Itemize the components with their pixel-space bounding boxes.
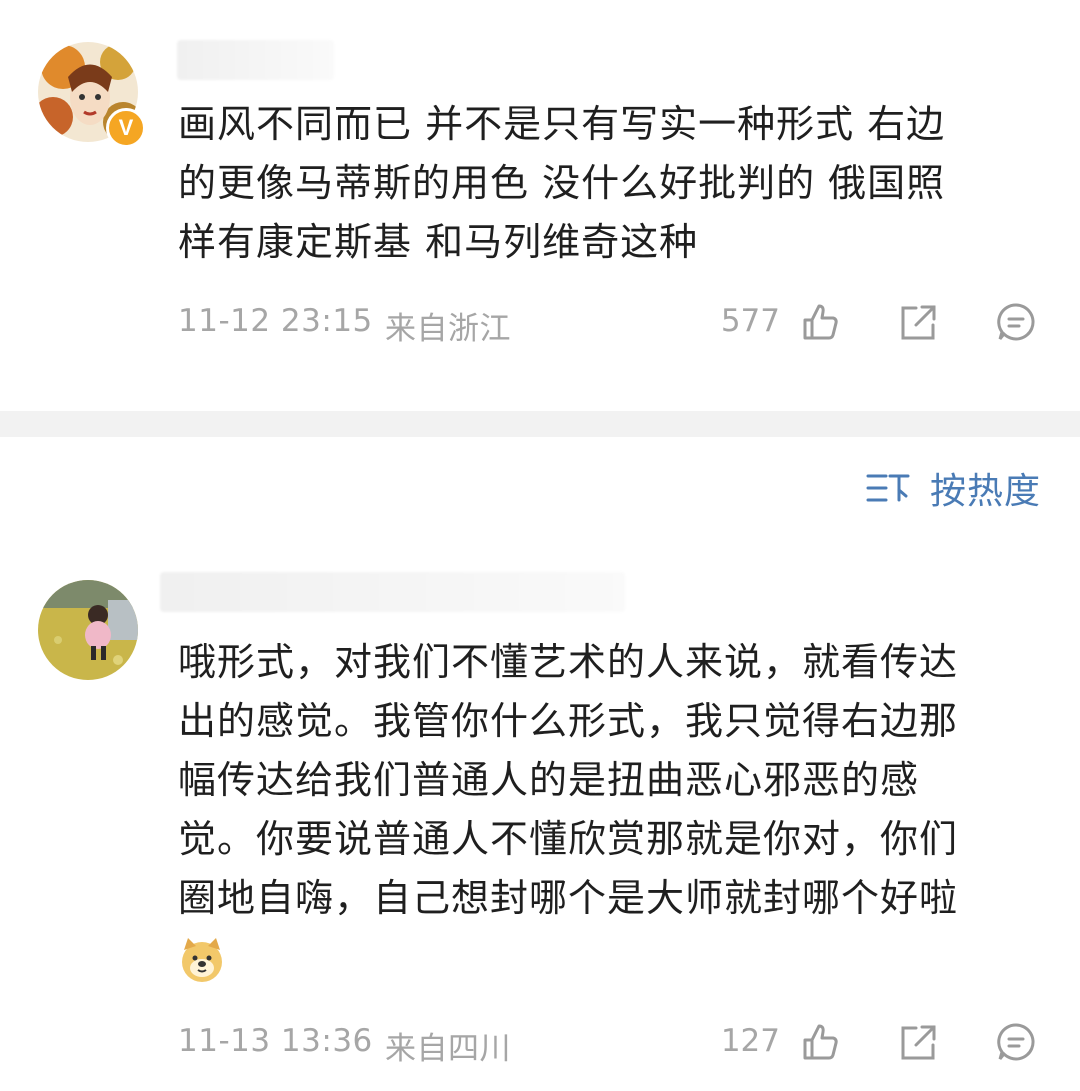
sort-label: 按热度: [930, 471, 1042, 512]
comment-timestamp: 11-12 23:15: [178, 303, 373, 339]
comment-text: 哦形式，对我们不懂艺术的人来说，就看传达 出的感觉。我管你什么形式，我只觉得右边…: [178, 640, 959, 920]
section-divider: [0, 411, 1080, 437]
comment-location: 来自四川: [385, 1031, 511, 1067]
reply-icon[interactable]: [996, 1022, 1036, 1066]
doge-emoji-icon: [178, 936, 226, 984]
share-icon[interactable]: [898, 1023, 938, 1067]
username-blurred[interactable]: [160, 572, 625, 612]
like-icon[interactable]: [800, 1022, 840, 1066]
reply-icon[interactable]: [996, 302, 1036, 346]
sort-icon: [866, 474, 910, 502]
like-count: 577: [720, 303, 780, 339]
share-icon[interactable]: [898, 303, 938, 347]
like-icon[interactable]: [800, 302, 840, 346]
comment-text: 画风不同而已 并不是只有写实一种形式 右边 的更像马蒂斯的用色 没什么好批判的 …: [178, 102, 946, 264]
sort-toggle[interactable]: 按热度: [866, 463, 1041, 513]
avatar[interactable]: [38, 580, 138, 680]
comment-timestamp: 11-13 13:36: [178, 1023, 373, 1059]
verified-badge-icon: V: [106, 108, 146, 148]
username-blurred[interactable]: [177, 40, 334, 80]
comment-location: 来自浙江: [385, 311, 511, 347]
like-count: 127: [720, 1023, 780, 1059]
